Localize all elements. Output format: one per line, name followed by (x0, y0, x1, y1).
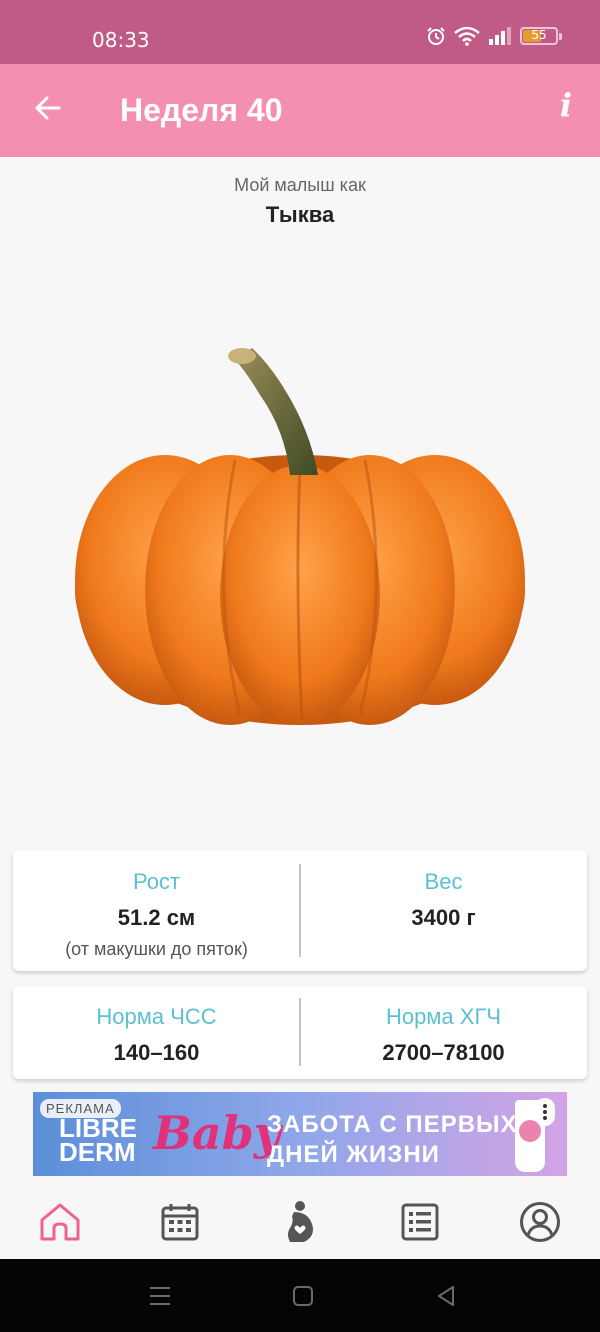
calendar-icon (161, 1204, 199, 1241)
nav-checklist[interactable] (396, 1198, 444, 1246)
ad-headline-line1: ЗАБОТА С ПЕРВЫХ (267, 1111, 518, 1138)
ad-product-logo: Baby (153, 1106, 281, 1160)
system-nav-bar (0, 1259, 600, 1332)
info-button[interactable]: i (560, 86, 572, 124)
app-bar: Неделя 40 i (0, 64, 600, 157)
ad-tag: РЕКЛАМА (40, 1099, 121, 1118)
status-icons: 55 (426, 26, 562, 46)
status-time: 08:33 (92, 28, 150, 52)
ad-banner[interactable]: LIBRE DERM РЕКЛАМА Baby ЗАБОТА С ПЕРВЫХ … (33, 1092, 567, 1176)
battery-level: 55 (531, 28, 547, 42)
pumpkin-image (75, 348, 525, 725)
weight-stat: Вес 3400 г (300, 850, 587, 931)
back-button[interactable] (28, 88, 68, 128)
size-compare-subtitle: Мой малыш как (234, 175, 366, 195)
ad-headline: ЗАБОТА С ПЕРВЫХ ДНЕЙ ЖИЗНИ (267, 1110, 518, 1170)
arrow-left-icon (35, 96, 61, 120)
wifi-icon (454, 26, 480, 46)
recents-button[interactable] (145, 1281, 175, 1311)
pregnancy-icon (288, 1201, 313, 1242)
alarm-icon (427, 27, 445, 45)
hcg-stat: Норма ХГЧ 2700–78100 (300, 986, 587, 1066)
checklist-icon (401, 1203, 439, 1241)
stats-card-norms: Норма ЧСС 140–160 Норма ХГЧ 2700–78100 (13, 986, 587, 1079)
hcg-label: Норма ХГЧ (385, 1004, 502, 1029)
stats-card-growth: Рост 51.2 см (от макушки до пяток) Вес 3… (13, 850, 587, 971)
signal-icon (489, 27, 511, 45)
home-icon (40, 1203, 80, 1241)
ad-brand: LIBRE DERM (59, 1115, 137, 1167)
battery-icon: 55 (520, 27, 562, 45)
page-title: Неделя 40 (120, 92, 283, 128)
nav-profile[interactable] (516, 1198, 564, 1246)
ad-brand-line2: DERM (59, 1137, 136, 1167)
height-note: (от макушки до пяток) (65, 939, 248, 959)
status-bar: 08:33 55 (0, 0, 600, 64)
square-icon (293, 1286, 313, 1306)
home-system-button[interactable] (288, 1281, 318, 1311)
ad-headline-line2: ДНЕЙ ЖИЗНИ (267, 1141, 440, 1168)
heart-rate-value: 140–160 (113, 1040, 200, 1065)
nav-pregnancy[interactable] (276, 1198, 324, 1246)
fruit-name: Тыква (265, 202, 335, 227)
ad-menu-icon[interactable] (535, 1098, 555, 1126)
nav-home[interactable] (36, 1198, 84, 1246)
bottom-nav (0, 1183, 600, 1259)
hcg-value: 2700–78100 (382, 1040, 505, 1065)
height-label: Рост (132, 869, 181, 894)
profile-icon (520, 1202, 560, 1242)
weight-label: Вес (424, 869, 463, 894)
triangle-back-icon (438, 1286, 454, 1306)
height-stat: Рост 51.2 см (от макушки до пяток) (13, 850, 300, 960)
nav-calendar[interactable] (156, 1198, 204, 1246)
menu-icon (150, 1287, 170, 1305)
back-system-button[interactable] (431, 1281, 461, 1311)
weight-value: 3400 г (411, 905, 476, 930)
heart-rate-label: Норма ЧСС (96, 1004, 217, 1029)
height-value: 51.2 см (117, 905, 196, 930)
heart-rate-stat: Норма ЧСС 140–160 (13, 986, 300, 1066)
